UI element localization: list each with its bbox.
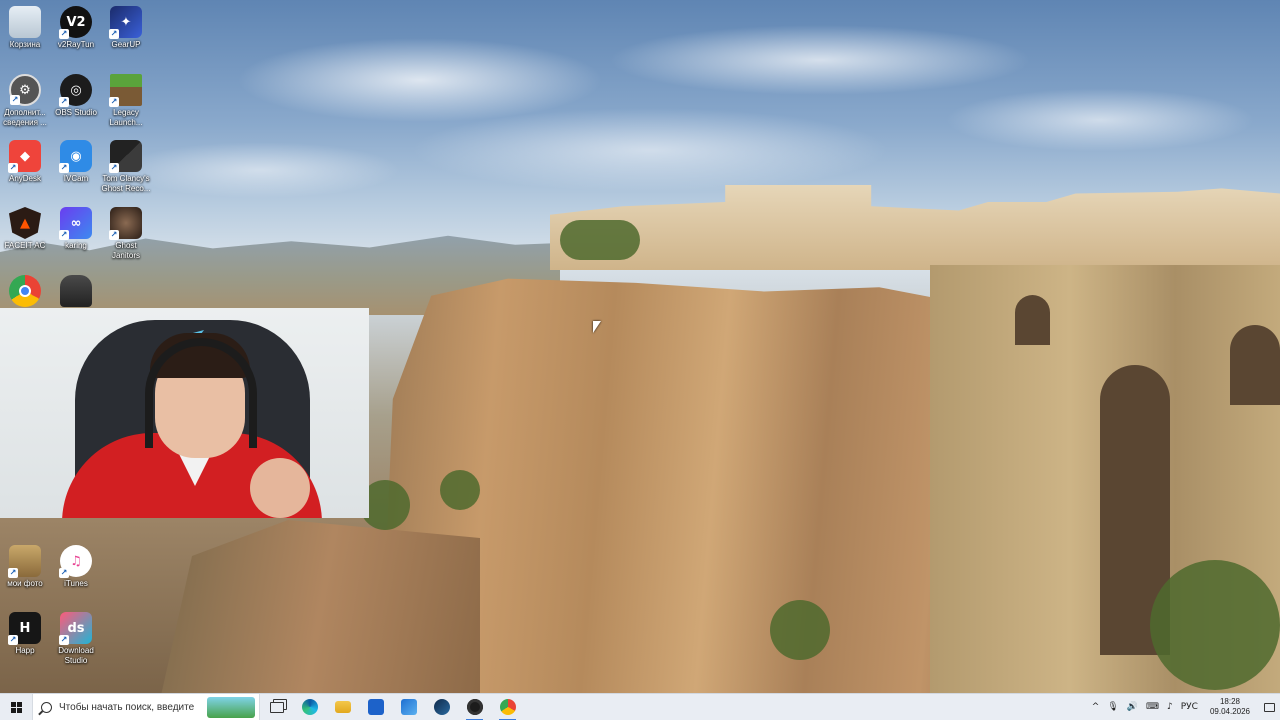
- desktop-icon-label: Legacy Launch...: [109, 108, 143, 127]
- desktop-icon-pubg[interactable]: [51, 275, 101, 309]
- desktop-icon-label: Дополнит... сведения ...: [3, 108, 47, 127]
- webcam-person-hand: [250, 458, 310, 518]
- desktop-icon-label: karing: [65, 241, 87, 250]
- volume-icon[interactable]: 🔊: [1123, 702, 1142, 712]
- v2raytun-glyph: V2: [66, 14, 86, 30]
- notification-icon: [1263, 702, 1275, 712]
- notification-center-button[interactable]: [1258, 694, 1280, 720]
- edge-icon: [301, 699, 318, 715]
- chevron-up-icon[interactable]: ^: [1088, 702, 1104, 712]
- chrome-icon: [9, 275, 41, 307]
- desktop-icon-label: AnyDesk: [8, 174, 41, 183]
- desktop-icon-label: Ghost Janitors: [111, 241, 140, 260]
- system-tray: ^ 🎙 🔊 ⌨ ♪ РУС 18:28 09.04.2026: [1088, 694, 1280, 720]
- desktop-icon-chrome[interactable]: [0, 275, 50, 309]
- desktop-icon-recycle-bin[interactable]: Корзина: [0, 6, 50, 50]
- desktop-icon-label: v2RayTun: [57, 40, 95, 49]
- wallpaper-tree: [440, 470, 480, 510]
- legacy-launcher-icon: ↗: [109, 74, 142, 107]
- windows-logo-icon: [10, 701, 22, 713]
- desktop-icon-karing[interactable]: ∞ ↗ karing: [51, 207, 101, 251]
- download-studio-icon: ds ↗: [59, 612, 92, 645]
- desktop-icon-label: мои фото: [7, 579, 43, 588]
- desktop-icon-faceit-ac[interactable]: ▲ FACEIT AC: [0, 207, 50, 251]
- obs-studio-icon: ◎ ↗: [59, 74, 92, 107]
- network-icon[interactable]: ⌨: [1142, 702, 1163, 712]
- bridge-arch: [1015, 295, 1050, 345]
- taskbar-task-view[interactable]: [260, 694, 293, 720]
- wallpaper-tree: [560, 220, 640, 260]
- desktop-icon-ivcam[interactable]: ◉ ↗ IVCam: [51, 140, 101, 184]
- taskbar: ^ 🎙 🔊 ⌨ ♪ РУС 18:28 09.04.2026: [0, 693, 1280, 720]
- desktop-icon-anydesk[interactable]: ◆ ↗ AnyDesk: [0, 140, 50, 184]
- desktop-icon-gearup[interactable]: ✦ ↗ GearUP: [101, 6, 151, 50]
- desktop-icon-ghost-janitors[interactable]: ↗ Ghost Janitors: [101, 207, 151, 261]
- pubg-icon: [60, 275, 92, 307]
- taskbar-outlook[interactable]: [392, 694, 425, 720]
- search-highlight-image: [207, 696, 255, 718]
- itunes-icon: ♫ ↗: [59, 545, 92, 578]
- obs-icon: [466, 699, 483, 715]
- desktop-icon-download-studio[interactable]: ds ↗ Download Studio: [51, 612, 101, 666]
- desktop-icon-label: Tom Clancy's Ghost Reco...: [101, 174, 151, 193]
- happ-icon: H ↗: [8, 612, 41, 645]
- steam-icon: [433, 699, 450, 715]
- desktop-icon-v2raytun[interactable]: V2 ↗ v2RayTun: [51, 6, 101, 50]
- ghost-recon-icon: ↗: [109, 140, 142, 173]
- taskbar-edge[interactable]: [293, 694, 326, 720]
- taskbar-obs[interactable]: [458, 694, 491, 720]
- desktop-icon-label: iTunes: [64, 579, 88, 588]
- headset-icon: [145, 338, 257, 448]
- taskbar-clock[interactable]: 18:28 09.04.2026: [1202, 697, 1258, 717]
- task-view-icon: [269, 701, 284, 713]
- desktop-icon-ghost-recon[interactable]: ↗ Tom Clancy's Ghost Reco...: [101, 140, 151, 194]
- taskbar-store[interactable]: [359, 694, 392, 720]
- taskbar-chrome[interactable]: [491, 694, 524, 720]
- desktop-icon-label: Корзина: [9, 40, 41, 49]
- webcam-overlay: [0, 308, 369, 518]
- wallpaper-tree: [1150, 560, 1280, 690]
- taskbar-search[interactable]: [32, 693, 260, 720]
- anydesk-icon: ◆ ↗: [8, 140, 41, 173]
- mail-icon: [400, 699, 417, 715]
- desktop-icon-label: OBS Studio: [55, 108, 97, 117]
- gearup-icon: ✦ ↗: [109, 6, 142, 39]
- speaker-icon[interactable]: ♪: [1163, 702, 1177, 712]
- bridge-arch: [1230, 325, 1280, 405]
- desktop-icon-obs-studio[interactable]: ◎ ↗ OBS Studio: [51, 74, 101, 118]
- desktop-icon-label: GearUP: [111, 40, 141, 49]
- ivcam-icon: ◉ ↗: [59, 140, 92, 173]
- clock-time: 18:28: [1219, 697, 1240, 706]
- desktop-icon-label: IVCam: [63, 174, 89, 183]
- karing-icon: ∞ ↗: [59, 207, 92, 240]
- desktop-icon-legacy-launcher[interactable]: ↗ Legacy Launch...: [101, 74, 151, 128]
- v2raytun-icon: V2 ↗: [59, 6, 92, 39]
- additional-info-icon: ⚙ ↗: [9, 74, 41, 106]
- language-indicator[interactable]: РУС: [1177, 702, 1202, 712]
- mouse-cursor-icon: [593, 321, 601, 333]
- desktop-icon-additional-info[interactable]: ⚙ ↗ Дополнит... сведения ...: [0, 74, 50, 128]
- microphone-icon[interactable]: 🎙: [1103, 702, 1122, 712]
- desktop-icon-label: Happ: [15, 646, 35, 655]
- store-icon: [367, 699, 384, 715]
- search-icon: [41, 701, 52, 713]
- wallpaper-tree: [770, 600, 830, 660]
- desktop-icon-label: FACEIT AC: [4, 241, 46, 250]
- taskbar-file-explorer[interactable]: [326, 694, 359, 720]
- faceit-ac-icon: ▲: [9, 207, 41, 239]
- folder-icon: [334, 701, 351, 713]
- taskbar-steam[interactable]: [425, 694, 458, 720]
- start-button[interactable]: [0, 694, 32, 720]
- desktop-icon-label: Download Studio: [58, 646, 94, 665]
- search-input[interactable]: [59, 701, 209, 713]
- photos-folder-icon: ↗: [8, 545, 41, 578]
- ghost-janitors-icon: ↗: [109, 207, 142, 240]
- desktop-icon-itunes[interactable]: ♫ ↗ iTunes: [51, 545, 101, 589]
- recycle-bin-icon: [9, 6, 41, 38]
- clock-date: 09.04.2026: [1209, 707, 1250, 716]
- desktop-icon-happ[interactable]: H ↗ Happ: [0, 612, 50, 656]
- desktop-icon-my-photos[interactable]: ↗ мои фото: [0, 545, 50, 589]
- chrome-icon: [499, 699, 516, 715]
